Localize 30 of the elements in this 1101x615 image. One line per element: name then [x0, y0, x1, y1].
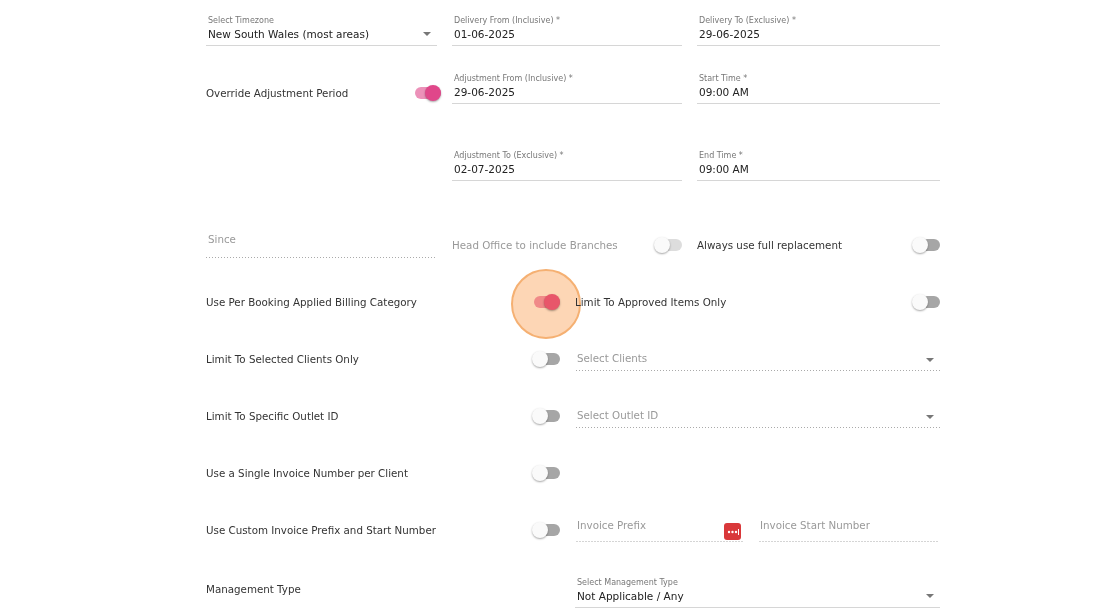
caret-icon — [423, 32, 431, 36]
caret-icon — [926, 357, 934, 362]
caret-icon — [926, 593, 934, 598]
toggle-switch[interactable] — [532, 407, 560, 424]
option-label: Head Office to include Branches — [452, 239, 618, 251]
toggle-switch[interactable] — [532, 521, 560, 538]
select-field[interactable]: Select Management Type Not Applicable / Any — [575, 576, 940, 608]
toggle-switch[interactable] — [532, 293, 560, 310]
toggle-switch[interactable] — [912, 293, 940, 310]
option-label: Management Type — [206, 583, 301, 595]
toggle-switch[interactable] — [413, 84, 441, 101]
date-field[interactable]: Delivery To (Exclusive) * 29-06-2025 — [697, 15, 940, 46]
toggle-switch[interactable] — [912, 237, 940, 253]
date-field[interactable]: End Time * 09:00 AM — [697, 150, 940, 181]
caret-icon — [926, 414, 934, 419]
option-label: Override Adjustment Period — [206, 86, 349, 99]
toggle-switch[interactable] — [532, 350, 560, 367]
dots-icon[interactable] — [724, 522, 741, 540]
date-field[interactable]: Delivery From (Inclusive) * 01-06-2025 — [452, 15, 682, 46]
option-label: Limit To Selected Clients Only — [206, 352, 359, 365]
date-field[interactable]: Adjustment From (Inclusive) * 29-06-2025 — [452, 73, 682, 104]
option-label: Use Custom Invoice Prefix and Start Number — [206, 523, 436, 536]
timezone-select[interactable]: Select Timezone New South Wales (most areas) — [206, 15, 437, 46]
toggle-switch[interactable] — [532, 464, 560, 481]
date-field[interactable]: Start Time * 09:00 AM — [697, 73, 940, 104]
option-label: Always use full replacement — [697, 239, 842, 251]
option-label: Limit To Specific Outlet ID — [206, 409, 339, 422]
option-label: Use Per Booking Applied Billing Category — [206, 295, 417, 308]
option-label: Use a Single Invoice Number per Client — [206, 466, 408, 479]
date-field[interactable]: Adjustment To (Exclusive) * 02-07-2025 — [452, 150, 682, 181]
